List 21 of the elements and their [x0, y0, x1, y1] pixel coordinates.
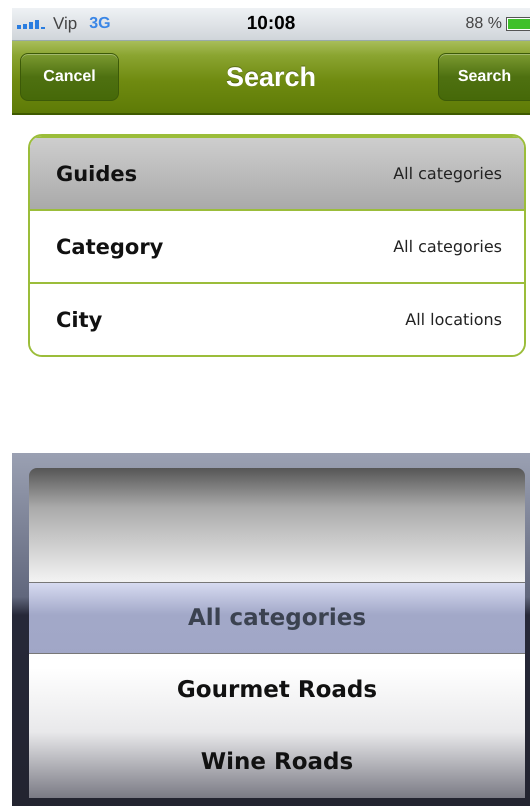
field-label: Guides [56, 162, 138, 186]
picker-wheel[interactable]: All categories Gourmet Roads Wine Roads [29, 468, 525, 798]
picker-option[interactable]: Gourmet Roads [29, 654, 525, 726]
signal-icon [17, 19, 47, 29]
picker-option[interactable]: All categories [29, 582, 525, 654]
network-type: 3G [89, 15, 111, 33]
field-row[interactable]: Guides All categories [30, 136, 524, 209]
picker-option[interactable]: Wine Roads [29, 726, 525, 798]
field-row[interactable]: City All locations [30, 282, 524, 355]
field-value: All categories [393, 164, 502, 183]
field-value: All locations [405, 310, 502, 329]
carrier-name: Vip [53, 14, 78, 34]
clock-time: 10:08 [246, 13, 296, 34]
field-label: City [56, 308, 102, 332]
cancel-button[interactable]: Cancel [20, 53, 119, 101]
field-label: Category [56, 234, 164, 258]
screen-title: Search [226, 62, 316, 92]
battery-percent: 88 % [466, 15, 502, 33]
search-button[interactable]: Search [438, 53, 530, 101]
battery-icon [506, 17, 530, 31]
field-value: All categories [393, 237, 502, 256]
